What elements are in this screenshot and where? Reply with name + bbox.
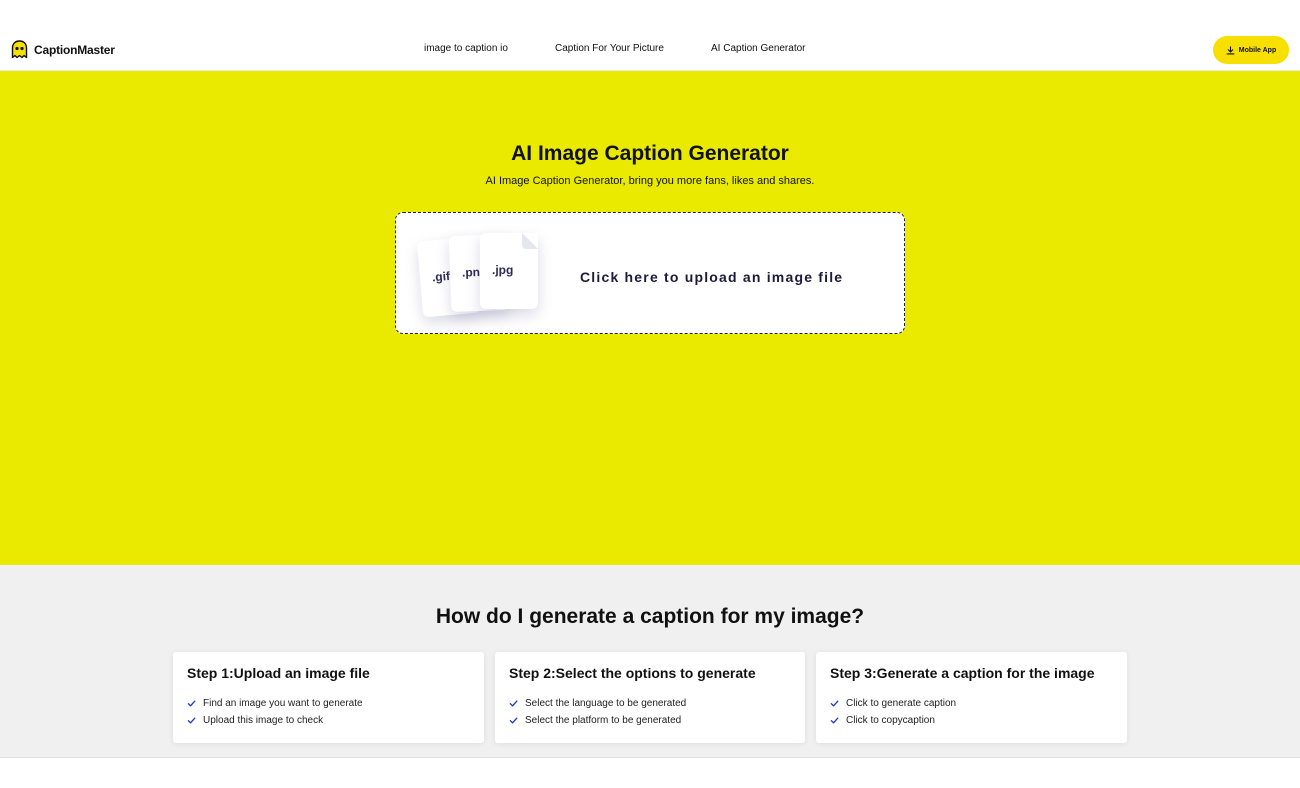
check-icon <box>509 717 518 724</box>
step-card-title: Step 3:Generate a caption for the image <box>830 665 1095 681</box>
hero-subtitle: AI Image Caption Generator, bring you mo… <box>485 175 815 187</box>
file-card-jpg: .jpg <box>480 233 538 309</box>
step-item: Select the language to be generated <box>509 695 791 712</box>
step-item-text: Upload this image to check <box>203 715 324 726</box>
step-item-text: Click to generate caption <box>846 698 957 709</box>
step-item-text: Click to copycaption <box>846 715 935 726</box>
step-item-text: Select the language to be generated <box>525 698 687 709</box>
step-item: Click to copycaption <box>830 712 1113 729</box>
download-icon <box>1226 45 1235 54</box>
nav-link-caption-for-picture[interactable]: Caption For Your Picture <box>555 43 664 54</box>
main-nav: image to caption io Caption For Your Pic… <box>0 43 1300 57</box>
nav-link-image-to-caption[interactable]: image to caption io <box>424 43 508 54</box>
hero-title: AI Image Caption Generator <box>511 142 789 165</box>
site-header: CaptionMaster image to caption io Captio… <box>0 0 1300 71</box>
step-item-text: Find an image you want to generate <box>203 698 363 709</box>
step-item: Find an image you want to generate <box>187 695 470 712</box>
check-icon <box>830 717 839 724</box>
check-icon <box>509 700 518 707</box>
hero-section: AI Image Caption Generator AI Image Capt… <box>0 71 1300 565</box>
nav-link-ai-caption-generator[interactable]: AI Caption Generator <box>711 43 806 54</box>
step-item: Click to generate caption <box>830 695 1113 712</box>
upload-label[interactable]: Click here to upload an image file <box>580 269 843 285</box>
how-to-section: How do I generate a caption for my image… <box>0 565 1300 758</box>
file-type-illustration: .gif .pn .jpg <box>416 231 550 321</box>
step-card-title: Step 1:Upload an image file <box>187 665 370 681</box>
image-upload-dropzone[interactable]: .gif .pn .jpg Click here to upload an im… <box>395 212 905 334</box>
check-icon <box>187 717 196 724</box>
step-item: Select the platform to be generated <box>509 712 791 729</box>
step-card-3: Step 3:Generate a caption for the image … <box>816 652 1127 743</box>
step-item: Upload this image to check <box>187 712 470 729</box>
how-to-title: How do I generate a caption for my image… <box>435 605 865 628</box>
mobile-app-label: Mobile App <box>1238 46 1277 54</box>
step-item-text: Select the platform to be generated <box>525 715 682 726</box>
step-card-title: Step 2:Select the options to generate <box>509 665 756 681</box>
step-card-1: Step 1:Upload an image file Find an imag… <box>173 652 484 743</box>
check-icon <box>187 700 196 707</box>
step-card-2: Step 2:Select the options to generate Se… <box>495 652 805 743</box>
mobile-app-button[interactable]: Mobile App <box>1213 36 1289 64</box>
check-icon <box>830 700 839 707</box>
